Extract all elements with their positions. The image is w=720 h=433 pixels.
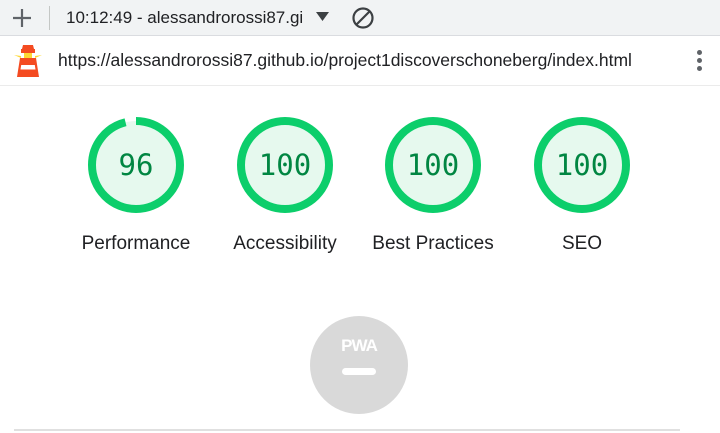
plus-icon[interactable]: [10, 6, 34, 30]
report-url[interactable]: https://alessandrorossi87.github.io/proj…: [58, 50, 632, 70]
block-icon[interactable]: [351, 6, 375, 30]
pwa-badge[interactable]: PWA: [310, 316, 408, 414]
score-value: 96: [119, 148, 154, 182]
gauge-ring: 100: [237, 117, 333, 213]
gauge-seo[interactable]: 100 SEO: [512, 115, 652, 259]
dropdown-arrow-icon[interactable]: [316, 12, 329, 21]
kebab-menu-icon[interactable]: [689, 48, 709, 74]
pwa-na-dash: [342, 368, 376, 375]
report-toolbar: 10:12:49 - alessandrorossi87.gi: [0, 0, 720, 36]
pwa-text: PWA: [341, 336, 377, 355]
divider: [14, 429, 680, 431]
score-value: 100: [556, 148, 608, 182]
gauge-label: SEO: [561, 233, 603, 254]
report-title[interactable]: 10:12:49 - alessandrorossi87.gi: [66, 8, 303, 28]
gauge-ring: 100: [385, 117, 481, 213]
gauge-ring: 96: [88, 117, 184, 213]
lighthouse-icon: [14, 45, 42, 77]
gauge-accessibility[interactable]: 100 Accessibility: [215, 115, 355, 259]
gauge-label: Performance: [81, 233, 191, 254]
toolbar-divider: [49, 6, 50, 30]
gauge-ring: 100: [534, 117, 630, 213]
url-bar: https://alessandrorossi87.github.io/proj…: [0, 36, 720, 86]
gauge-performance[interactable]: 96 Performance: [66, 115, 206, 259]
score-value: 100: [407, 148, 459, 182]
gauge-label: Accessibility: [233, 233, 337, 254]
score-value: 100: [259, 148, 311, 182]
gauge-best-practices[interactable]: 100 Best Practices: [363, 115, 503, 259]
gauge-label: Best Practices: [372, 233, 494, 254]
